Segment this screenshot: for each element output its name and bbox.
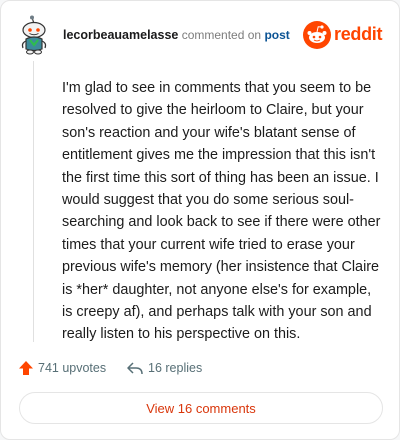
reddit-snoo-icon: [303, 21, 331, 49]
comment-actions: 741 upvotes 16 replies: [18, 358, 378, 378]
comment-embed-card: lecorbeauamelasse commented on post redd…: [0, 0, 400, 440]
replies-button[interactable]: 16 replies: [126, 358, 202, 378]
comment-body: I'm glad to see in comments that you see…: [62, 80, 381, 343]
view-comments-button[interactable]: View 16 comments: [19, 392, 383, 424]
post-link[interactable]: post: [264, 28, 289, 42]
reddit-wordmark: reddit: [334, 24, 383, 44]
upvote-button[interactable]: 741 upvotes: [18, 358, 106, 378]
reply-arrow-icon: [127, 362, 143, 375]
comment-header: lecorbeauamelasse commented on post redd…: [17, 15, 383, 55]
upvote-arrow-icon: [19, 361, 33, 375]
username-link[interactable]: lecorbeauamelasse: [63, 28, 178, 42]
commented-on-text: commented on: [181, 28, 262, 42]
user-avatar-icon[interactable]: [17, 15, 51, 55]
upvote-count: 741 upvotes: [38, 361, 107, 375]
reddit-logo[interactable]: reddit: [303, 21, 383, 49]
thread-line[interactable]: [33, 61, 34, 342]
comment-meta: lecorbeauamelasse commented on post: [63, 27, 290, 43]
reply-count: 16 replies: [148, 361, 203, 375]
